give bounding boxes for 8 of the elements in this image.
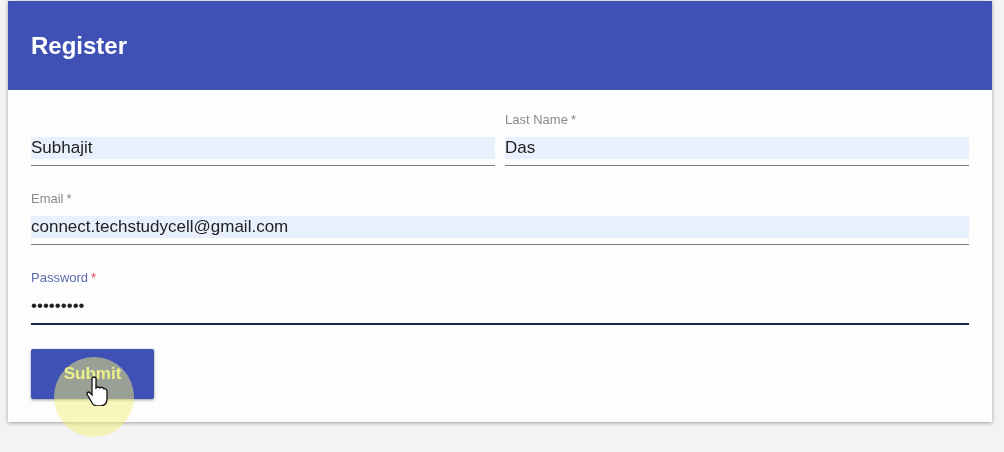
required-mark: * [91,270,97,286]
form-title: Register [31,30,128,61]
required-mark: * [66,191,72,207]
input-field[interactable]: ••••••••• [31,295,969,325]
field-label: Email [31,191,64,207]
required-mark: * [570,112,576,128]
field-label: Last Name [505,112,568,128]
field-label: Password [31,270,89,286]
